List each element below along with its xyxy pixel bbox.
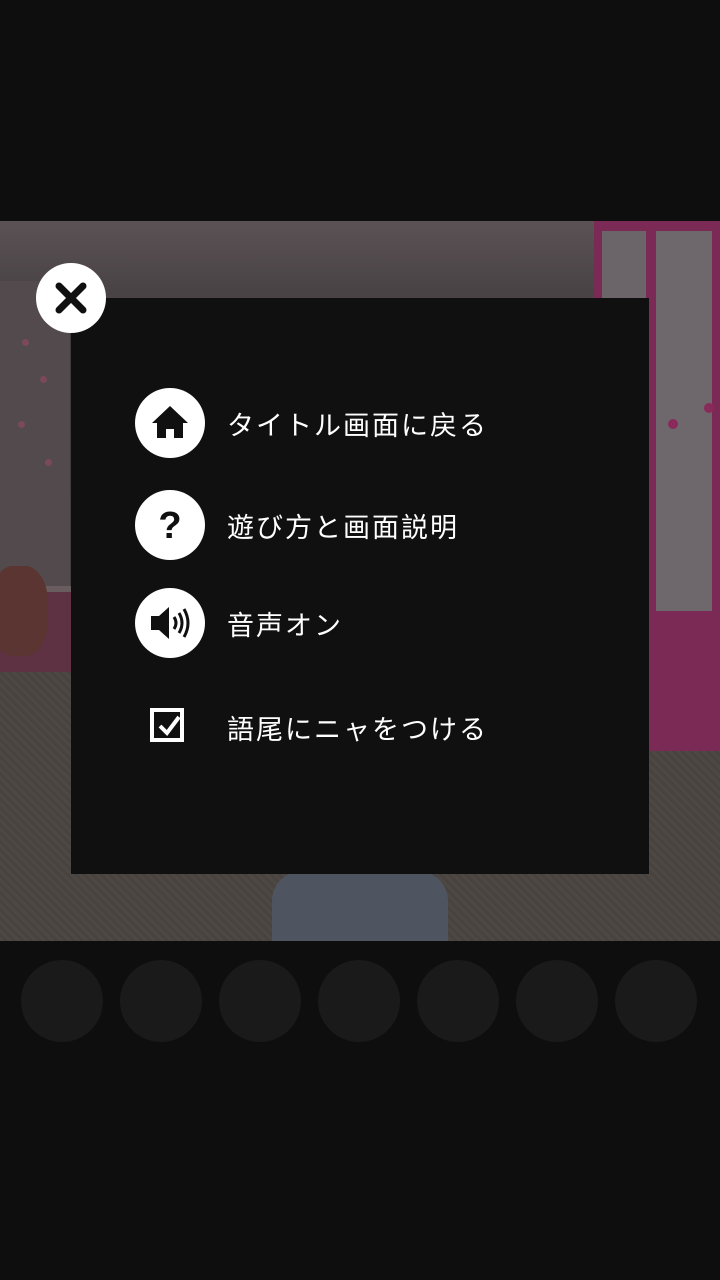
close-icon: [55, 282, 87, 314]
wardrobe-knob: [668, 419, 678, 429]
game-screen: タイトル画面に戻る ? 遊び方と画面説明 音声オン 語尾にニャをつける: [0, 0, 720, 1280]
home-icon: [135, 388, 205, 458]
inventory-slot[interactable]: [21, 960, 103, 1042]
wall-decoration: [40, 376, 47, 383]
wardrobe-door: [656, 231, 712, 611]
inventory-slot[interactable]: [516, 960, 598, 1042]
inventory-slot[interactable]: [120, 960, 202, 1042]
question-icon: ?: [135, 490, 205, 560]
nya-suffix-checkbox[interactable]: [150, 708, 184, 742]
pouf: [0, 566, 48, 656]
close-button[interactable]: [36, 263, 106, 333]
back-to-title-label: タイトル画面に戻る: [227, 410, 488, 442]
inventory-slot[interactable]: [318, 960, 400, 1042]
nya-suffix-label: 語尾にニャをつける: [227, 714, 488, 746]
wall-decoration: [18, 421, 25, 428]
how-to-play-button[interactable]: ? 遊び方と画面説明: [135, 490, 595, 560]
speaker-icon: [135, 588, 205, 658]
how-to-play-label: 遊び方と画面説明: [227, 512, 459, 544]
checkmark-icon: [158, 715, 181, 737]
menu-panel: タイトル画面に戻る ? 遊び方と画面説明 音声オン 語尾にニャをつける: [71, 298, 649, 874]
wall-decoration: [45, 459, 52, 466]
inventory-slot[interactable]: [219, 960, 301, 1042]
inventory-slot[interactable]: [615, 960, 697, 1042]
nya-suffix-checkbox-wrap: [135, 692, 205, 762]
nya-suffix-option[interactable]: 語尾にニャをつける: [135, 692, 595, 762]
wall-decoration: [22, 339, 29, 346]
voice-toggle-label: 音声オン: [227, 610, 343, 642]
voice-toggle-button[interactable]: 音声オン: [135, 588, 595, 658]
inventory-slot[interactable]: [417, 960, 499, 1042]
wardrobe-knob: [704, 403, 714, 413]
player-feet: [272, 871, 448, 941]
svg-text:?: ?: [158, 505, 181, 547]
back-to-title-button[interactable]: タイトル画面に戻る: [135, 388, 595, 458]
